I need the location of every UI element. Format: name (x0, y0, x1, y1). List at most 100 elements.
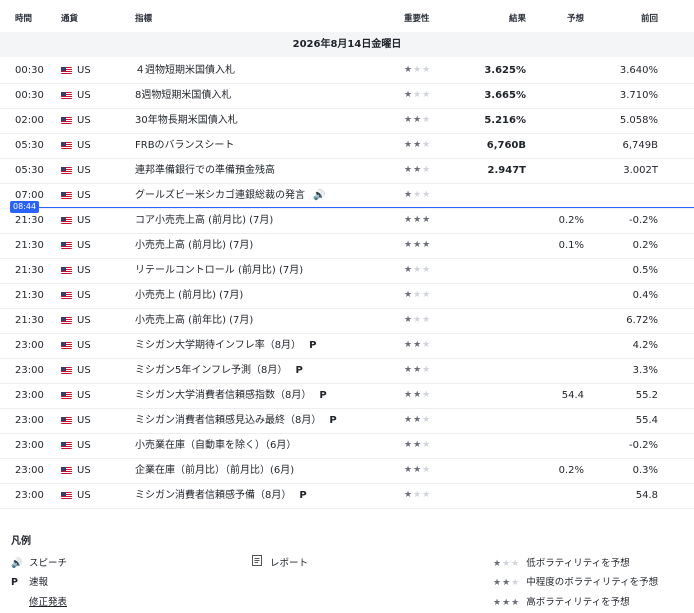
event-time: 23:00 (15, 490, 44, 501)
table-row[interactable]: 23:00 US 小売業在庫（自動車を除く）（6月） ★★★ -0.2% (0, 433, 694, 459)
event-previous: 5.058% (619, 115, 658, 126)
importance-stars-icon: ★★★ (404, 240, 432, 250)
event-indicator[interactable]: ４週物短期米国債入札 (135, 58, 235, 83)
event-previous: 54.8 (635, 490, 658, 501)
importance-stars-icon: ★★★ (404, 465, 432, 475)
us-flag-icon (61, 417, 72, 424)
table-row[interactable]: 02:00 US 30年物長期米国債入札 ★★★ 5.216% 5.058% (0, 108, 694, 134)
event-actual: 5.216% (484, 115, 526, 126)
table-row[interactable]: 23:00 US 企業在庫（前月比）（前月比）(6月) ★★★ 0.2% 0.3% (0, 458, 694, 484)
event-previous: 55.2 (635, 390, 658, 401)
event-forecast: 0.2% (558, 215, 584, 226)
preliminary-icon: P (329, 415, 337, 426)
legend-revised[interactable]: 修正発表 (29, 594, 67, 608)
event-indicator[interactable]: グールズビー米シカゴ連銀総裁の発言 🔊 (135, 183, 325, 208)
event-currency: US (77, 65, 91, 76)
event-indicator[interactable]: リテールコントロール (前月比) (7月) (135, 258, 303, 283)
table-row[interactable]: 21:30 US 小売売上 (前月比) (7月) ★★★ 0.4% (0, 283, 694, 309)
event-previous: 3.640% (619, 65, 658, 76)
event-indicator[interactable]: 小売業在庫（自動車を除く）（6月） (135, 433, 296, 458)
header-previous[interactable]: 前回 (641, 12, 658, 24)
importance-stars-icon: ★★★ (404, 90, 432, 100)
event-forecast: 0.1% (558, 240, 584, 251)
legend-report: レポート (252, 555, 308, 569)
header-importance[interactable]: 重要性 (404, 12, 430, 24)
us-flag-icon (61, 467, 72, 474)
event-time: 23:00 (15, 465, 44, 476)
event-indicator[interactable]: 企業在庫（前月比）（前月比）(6月) (135, 458, 294, 483)
table-row[interactable]: 23:00 US ミシガン大学期待インフレ率（8月） P ★★★ 4.2% (0, 333, 694, 359)
us-flag-icon (61, 142, 72, 149)
us-flag-icon (61, 367, 72, 374)
us-flag-icon (61, 192, 72, 199)
event-currency: US (77, 340, 91, 351)
table-row[interactable]: 23:00 US ミシガン消費者信頼感見込み最終（8月） P ★★★ 55.4 (0, 408, 694, 434)
us-flag-icon (61, 342, 72, 349)
table-row[interactable]: 00:30 US 8週物短期米国債入札 ★★★ 3.665% 3.710% (0, 83, 694, 109)
event-time: 05:30 (15, 165, 44, 176)
legend: 凡例 🔊 スピーチ P 速報 修正発表 レポート ★★★ 低ボラティリティを予想 ★… (0, 520, 694, 613)
event-currency: US (77, 390, 91, 401)
event-time: 21:30 (15, 290, 44, 301)
importance-stars-icon: ★★★ (404, 290, 432, 300)
speaker-icon: 🔊 (313, 190, 326, 201)
event-indicator[interactable]: 小売売上 (前月比) (7月) (135, 283, 243, 308)
event-indicator[interactable]: 小売売上高 (前月比) (7月) (135, 233, 253, 258)
table-row[interactable]: 21:30 US 小売売上高 (前月比) (7月) ★★★ 0.1% 0.2% (0, 233, 694, 259)
table-row[interactable]: 07:00 US グールズビー米シカゴ連銀総裁の発言 🔊 ★★★ (0, 183, 694, 209)
current-time-badge: 08:44 (10, 201, 40, 213)
event-indicator[interactable]: 30年物長期米国債入札 (135, 108, 238, 133)
event-previous: 4.2% (632, 340, 658, 351)
us-flag-icon (61, 392, 72, 399)
event-previous: 0.2% (632, 240, 658, 251)
event-indicator[interactable]: ミシガン消費者信頼感予備（8月） P (135, 483, 307, 508)
event-time: 23:00 (15, 340, 44, 351)
event-indicator[interactable]: ミシガン5年インフレ予測（8月） P (135, 358, 303, 383)
table-row[interactable]: 21:30 US リテールコントロール (前月比) (7月) ★★★ 0.5% (0, 258, 694, 284)
event-previous: 3.3% (632, 365, 658, 376)
event-indicator[interactable]: FRBのバランスシート (135, 133, 234, 158)
event-currency: US (77, 115, 91, 126)
importance-stars-icon: ★★★ (404, 65, 432, 75)
event-indicator[interactable]: コア小売売上高 (前月比) (7月) (135, 208, 273, 233)
header-actual[interactable]: 結果 (509, 12, 526, 24)
table-row[interactable]: 23:00 US ミシガン消費者信頼感予備（8月） P ★★★ 54.8 (0, 483, 694, 509)
table-row[interactable]: 21:30 US コア小売売上高 (前月比) (7月) ★★★ 0.2% -0.2% (0, 208, 694, 234)
table-row[interactable]: 21:30 US 小売売上高 (前年比) (7月) ★★★ 6.72% (0, 308, 694, 334)
event-indicator[interactable]: 小売売上高 (前年比) (7月) (135, 308, 253, 333)
event-time: 23:00 (15, 390, 44, 401)
event-currency: US (77, 315, 91, 326)
legend-flash: P 速報 (11, 577, 49, 588)
table-row[interactable]: 23:00 US ミシガン大学消費者信頼感指数（8月） P ★★★ 54.4 55.2 (0, 383, 694, 409)
event-forecast: 0.2% (558, 465, 584, 476)
header-time[interactable]: 時間 (15, 12, 32, 24)
event-indicator[interactable]: 連邦準備銀行での準備預金残高 (135, 158, 275, 183)
event-actual: 3.625% (484, 65, 526, 76)
event-indicator[interactable]: ミシガン消費者信頼感見込み最終（8月） P (135, 408, 337, 433)
header-currency[interactable]: 通貨 (61, 12, 78, 24)
header-indicator[interactable]: 指標 (135, 12, 152, 24)
event-currency: US (77, 240, 91, 251)
importance-stars-icon: ★★★ (404, 115, 432, 125)
us-flag-icon (61, 92, 72, 99)
event-currency: US (77, 365, 91, 376)
table-row[interactable]: 23:00 US ミシガン5年インフレ予測（8月） P ★★★ 3.3% (0, 358, 694, 384)
event-indicator[interactable]: ミシガン大学消費者信頼感指数（8月） P (135, 383, 327, 408)
table-row[interactable]: 05:30 US FRBのバランスシート ★★★ 6,760B 6,749B (0, 133, 694, 159)
table-row[interactable]: 05:30 US 連邦準備銀行での準備預金残高 ★★★ 2.947T 3.002T (0, 158, 694, 184)
event-previous: -0.2% (628, 215, 658, 226)
event-currency: US (77, 440, 91, 451)
event-indicator[interactable]: 8週物短期米国債入札 (135, 83, 231, 108)
date-separator: 2026年8月14日金曜日 (0, 32, 694, 57)
us-flag-icon (61, 217, 72, 224)
preliminary-icon: P (309, 340, 317, 351)
header-forecast[interactable]: 予想 (567, 12, 584, 24)
legend-high: ★★★ 高ボラティリティを予想 (493, 597, 630, 608)
event-currency: US (77, 190, 91, 201)
event-previous: 0.5% (632, 265, 658, 276)
event-previous: 6,749B (622, 140, 659, 151)
event-indicator[interactable]: ミシガン大学期待インフレ率（8月） P (135, 333, 316, 358)
event-actual: 3.665% (484, 90, 526, 101)
table-row[interactable]: 00:30 US ４週物短期米国債入札 ★★★ 3.625% 3.640% (0, 58, 694, 84)
report-icon (252, 555, 270, 569)
